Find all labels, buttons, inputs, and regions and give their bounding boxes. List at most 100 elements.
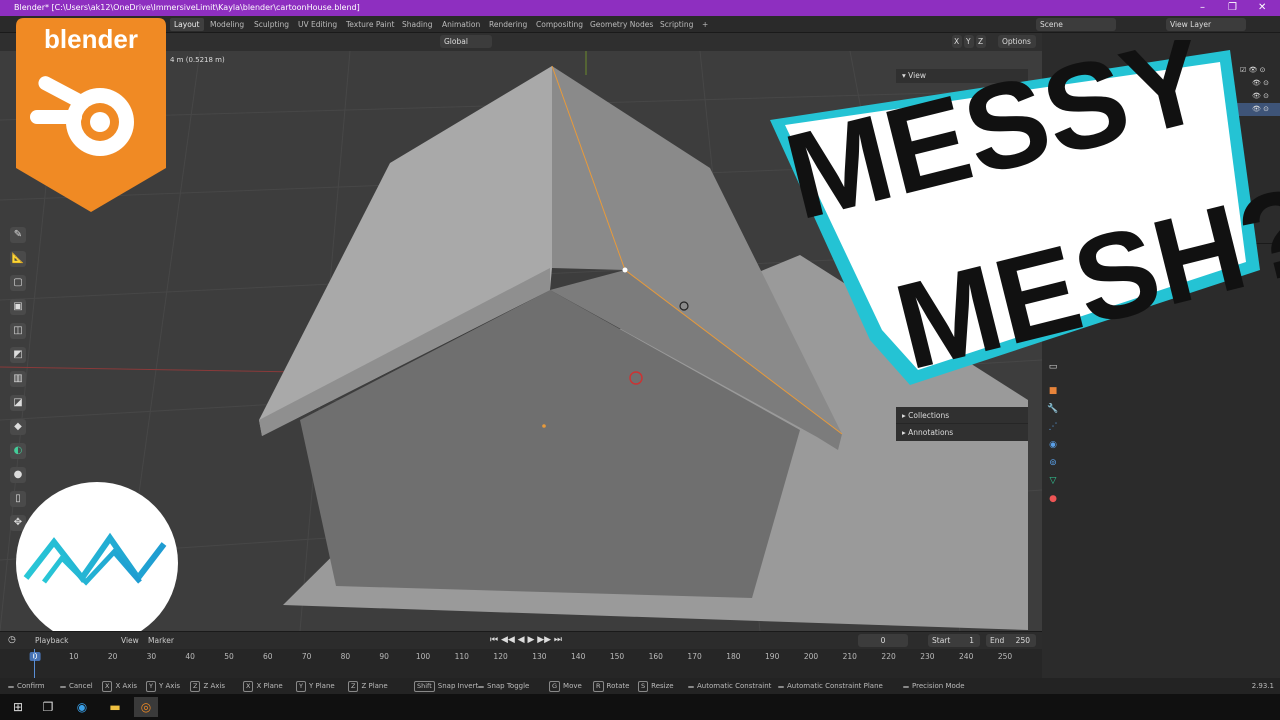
- extrude-tool-icon[interactable]: ▣: [10, 299, 26, 315]
- end-frame-field[interactable]: End 250: [986, 634, 1036, 647]
- status-hint-label: X Plane: [256, 682, 283, 690]
- collections-panel-header[interactable]: ▸ Collections: [896, 407, 1028, 424]
- poly-build-tool-icon[interactable]: ◆: [10, 419, 26, 435]
- timeline-tick-label: 220: [881, 652, 896, 661]
- modifier-tab-icon[interactable]: 🔧: [1046, 402, 1060, 416]
- add-cube-tool-icon[interactable]: ▢: [10, 275, 26, 291]
- timeline-tick-label: 140: [571, 652, 586, 661]
- tab-texture-paint[interactable]: Texture Paint: [342, 18, 398, 31]
- tab-layout[interactable]: Layout: [170, 18, 204, 31]
- bevel-tool-icon[interactable]: ◩: [10, 347, 26, 363]
- annotate-tool-icon[interactable]: ✎: [10, 227, 26, 243]
- current-frame-field[interactable]: 0: [858, 634, 908, 647]
- tab-scripting[interactable]: Scripting: [656, 18, 697, 31]
- scene-selector[interactable]: Scene: [1036, 18, 1116, 31]
- file-explorer-icon[interactable]: ▬: [103, 697, 127, 717]
- status-hint-label: Z Axis: [203, 682, 225, 690]
- timeline-tick-label: 80: [340, 652, 351, 661]
- timeline-tick-label: 240: [959, 652, 974, 661]
- status-hint: Shift Snap Invert: [414, 678, 478, 694]
- material-tab-icon[interactable]: ●: [1046, 492, 1060, 506]
- close-button[interactable]: ✕: [1258, 0, 1266, 16]
- physics-tab-icon[interactable]: ◉: [1046, 438, 1060, 452]
- object-origin: [542, 424, 546, 428]
- knife-tool-icon[interactable]: ◪: [10, 395, 26, 411]
- loop-cut-tool-icon[interactable]: ▥: [10, 371, 26, 387]
- tab-shading[interactable]: Shading: [398, 18, 436, 31]
- window-title-bar: Blender* [C:\Users\ak12\OneDrive\Immersi…: [0, 0, 1280, 16]
- active-vertex: [622, 267, 628, 273]
- status-hint-label: Z Plane: [361, 682, 388, 690]
- timeline-tick-label: 230: [920, 652, 935, 661]
- marker-menu[interactable]: Marker: [148, 636, 174, 645]
- x-axis-line: [0, 366, 301, 373]
- blender-logo: blender: [16, 18, 166, 212]
- start-frame-field[interactable]: Start 1: [928, 634, 980, 647]
- tab-uv-editing[interactable]: UV Editing: [294, 18, 341, 31]
- status-hint-label: Y Axis: [158, 682, 181, 690]
- status-hint-label: Confirm: [17, 682, 45, 690]
- windows-start-icon[interactable]: ⊞: [6, 697, 30, 717]
- orientation-dropdown[interactable]: Global: [440, 35, 492, 48]
- status-hint: ZZ Axis: [190, 678, 225, 694]
- status-hint: XX Axis: [102, 678, 137, 694]
- view-layer-selector[interactable]: View Layer: [1166, 18, 1246, 31]
- playback-menu[interactable]: Playback: [35, 636, 68, 645]
- timeline-ruler[interactable]: 0 10 20 30 40 50 60 70 80 90 100 110 120 130 140 150 160…: [0, 649, 1042, 678]
- status-bar: Confirm Cancel X X Axis Y Y Axis Z Z Axis X X Pla…: [0, 678, 1280, 694]
- key-hint-icon: [778, 686, 784, 688]
- key-hint-icon: X: [102, 681, 113, 692]
- timeline-tick-label: 50: [224, 652, 234, 661]
- start-label: Start: [932, 636, 951, 645]
- key-hint-icon: [903, 686, 909, 688]
- spin-tool-icon[interactable]: ◐: [10, 443, 26, 459]
- status-hint-label: Snap Invert: [437, 682, 479, 690]
- smooth-tool-icon[interactable]: ●: [10, 467, 26, 483]
- tab-animation[interactable]: Animation: [438, 18, 484, 31]
- task-view-icon[interactable]: ❐: [36, 697, 60, 717]
- maximize-button[interactable]: ❐: [1228, 0, 1237, 16]
- constraints-tab-icon[interactable]: ⊚: [1046, 456, 1060, 470]
- minimize-button[interactable]: –: [1200, 0, 1205, 16]
- status-hint-label: Y Plane: [308, 682, 335, 690]
- status-hint: Snap Toggle: [478, 678, 529, 694]
- annotations-panel-header[interactable]: ▸ Annotations: [896, 424, 1028, 441]
- timeline-tick-label: 70: [301, 652, 312, 661]
- tab-sculpting[interactable]: Sculpting: [250, 18, 293, 31]
- measure-tool-icon[interactable]: 📐: [10, 251, 26, 267]
- status-hint-label: Precision Mode: [912, 682, 965, 690]
- status-hint: S Resize: [638, 678, 674, 694]
- sidebar-panels: ▸ Collections ▸ Annotations: [896, 407, 1028, 441]
- key-hint-icon: Z: [348, 681, 359, 692]
- tab-geometry-nodes[interactable]: Geometry Nodes: [586, 18, 657, 31]
- data-tab-icon[interactable]: ▽: [1046, 474, 1060, 488]
- version-label: 2.93.1: [1251, 682, 1274, 690]
- inset-tool-icon[interactable]: ◫: [10, 323, 26, 339]
- particles-tab-icon[interactable]: ⋰: [1046, 420, 1060, 434]
- key-hint-icon: [60, 686, 66, 688]
- timeline-tick-label: 0: [29, 652, 41, 661]
- key-hint-icon: Y: [296, 681, 306, 692]
- status-hint: Confirm: [8, 678, 45, 694]
- tab-modeling[interactable]: Modeling: [206, 18, 248, 31]
- tab-rendering[interactable]: Rendering: [485, 18, 531, 31]
- status-hint: YY Axis: [146, 678, 180, 694]
- blender-taskbar-icon[interactable]: ◎: [134, 697, 158, 717]
- status-hint-label: Automatic Constraint Plane: [787, 682, 883, 690]
- status-hint: Automatic Constraint Plane: [778, 678, 883, 694]
- add-workspace-button[interactable]: +: [698, 18, 712, 31]
- timeline-tick-label: 90: [379, 652, 389, 661]
- blender-wordmark: blender: [44, 24, 138, 54]
- timeline-tick-label: 130: [532, 652, 547, 661]
- playhead[interactable]: [34, 649, 35, 678]
- clock-icon[interactable]: ◷: [8, 635, 16, 645]
- timeline-tick-label: 160: [648, 652, 663, 661]
- status-hint-label: Cancel: [69, 682, 93, 690]
- key-hint-icon: Z: [190, 681, 201, 692]
- status-hint: Cancel: [60, 678, 93, 694]
- end-label: End: [990, 636, 1005, 645]
- tab-compositing[interactable]: Compositing: [532, 18, 587, 31]
- edge-browser-icon[interactable]: ◉: [70, 697, 94, 717]
- view-menu[interactable]: View: [121, 636, 139, 645]
- playback-controls-icon[interactable]: ⏮ ◀◀ ◀ ▶ ▶▶ ⏭: [490, 635, 562, 645]
